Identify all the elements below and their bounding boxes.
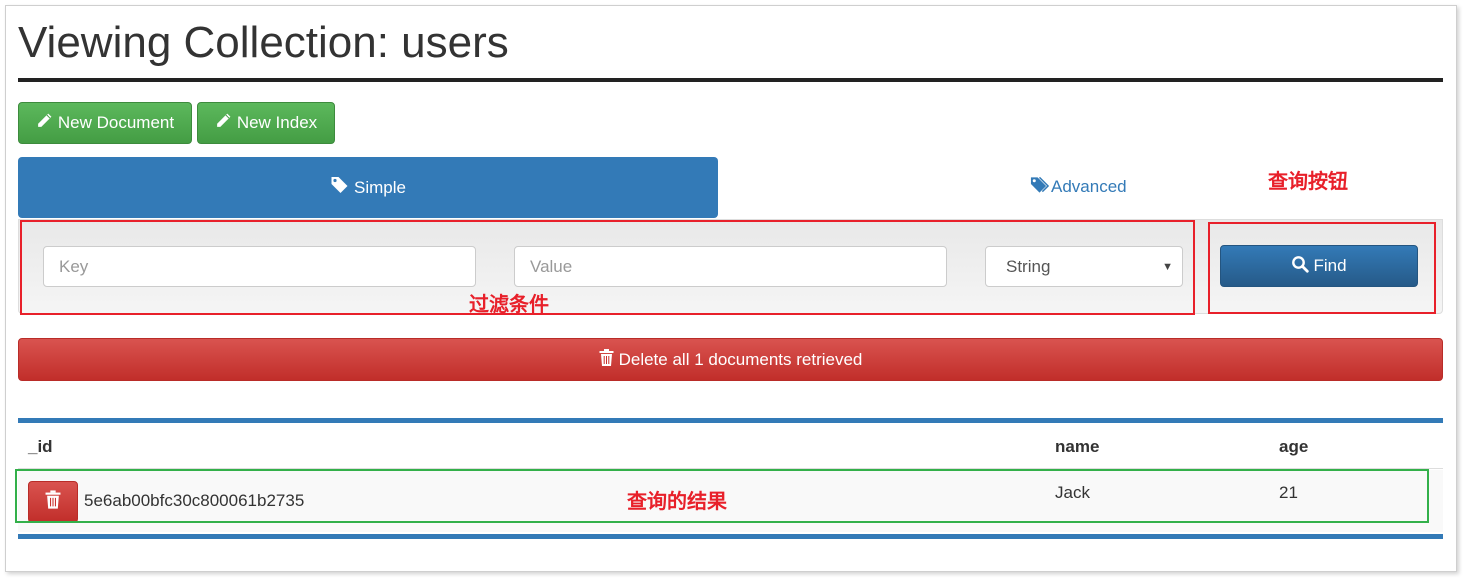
tab-simple[interactable]: Simple bbox=[18, 157, 718, 218]
column-header-age: age bbox=[1279, 437, 1309, 456]
tab-advanced-label: Advanced bbox=[1051, 177, 1127, 196]
new-document-label: New Document bbox=[57, 113, 175, 132]
new-index-label: New Index bbox=[236, 113, 318, 132]
pencil-icon bbox=[215, 112, 232, 134]
page-title: Viewing Collection: users bbox=[18, 18, 509, 67]
tags-icon bbox=[1030, 176, 1050, 199]
tag-icon bbox=[330, 176, 349, 199]
table-bottom-rule bbox=[18, 534, 1443, 539]
tab-simple-label: Simple bbox=[354, 177, 406, 197]
query-results-annotation: 查询的结果 bbox=[627, 489, 727, 513]
tab-advanced[interactable]: Advanced bbox=[1030, 172, 1127, 202]
filter-annotation-box bbox=[20, 220, 1195, 315]
query-button-annotation: 查询按钮 bbox=[1268, 169, 1348, 193]
title-divider bbox=[18, 78, 1443, 82]
table-top-rule bbox=[18, 418, 1443, 423]
column-header-name: name bbox=[1055, 437, 1100, 456]
delete-all-label: Delete all 1 documents retrieved bbox=[618, 349, 863, 369]
filter-conditions-annotation: 过滤条件 bbox=[469, 292, 549, 316]
pencil-icon bbox=[36, 112, 53, 134]
find-annotation-box bbox=[1208, 222, 1436, 314]
new-document-button[interactable]: New Document bbox=[18, 102, 192, 144]
trash-icon bbox=[599, 348, 614, 371]
delete-all-button[interactable]: Delete all 1 documents retrieved bbox=[18, 338, 1443, 381]
new-index-button[interactable]: New Index bbox=[197, 102, 335, 144]
column-header-id: _id bbox=[28, 437, 53, 456]
